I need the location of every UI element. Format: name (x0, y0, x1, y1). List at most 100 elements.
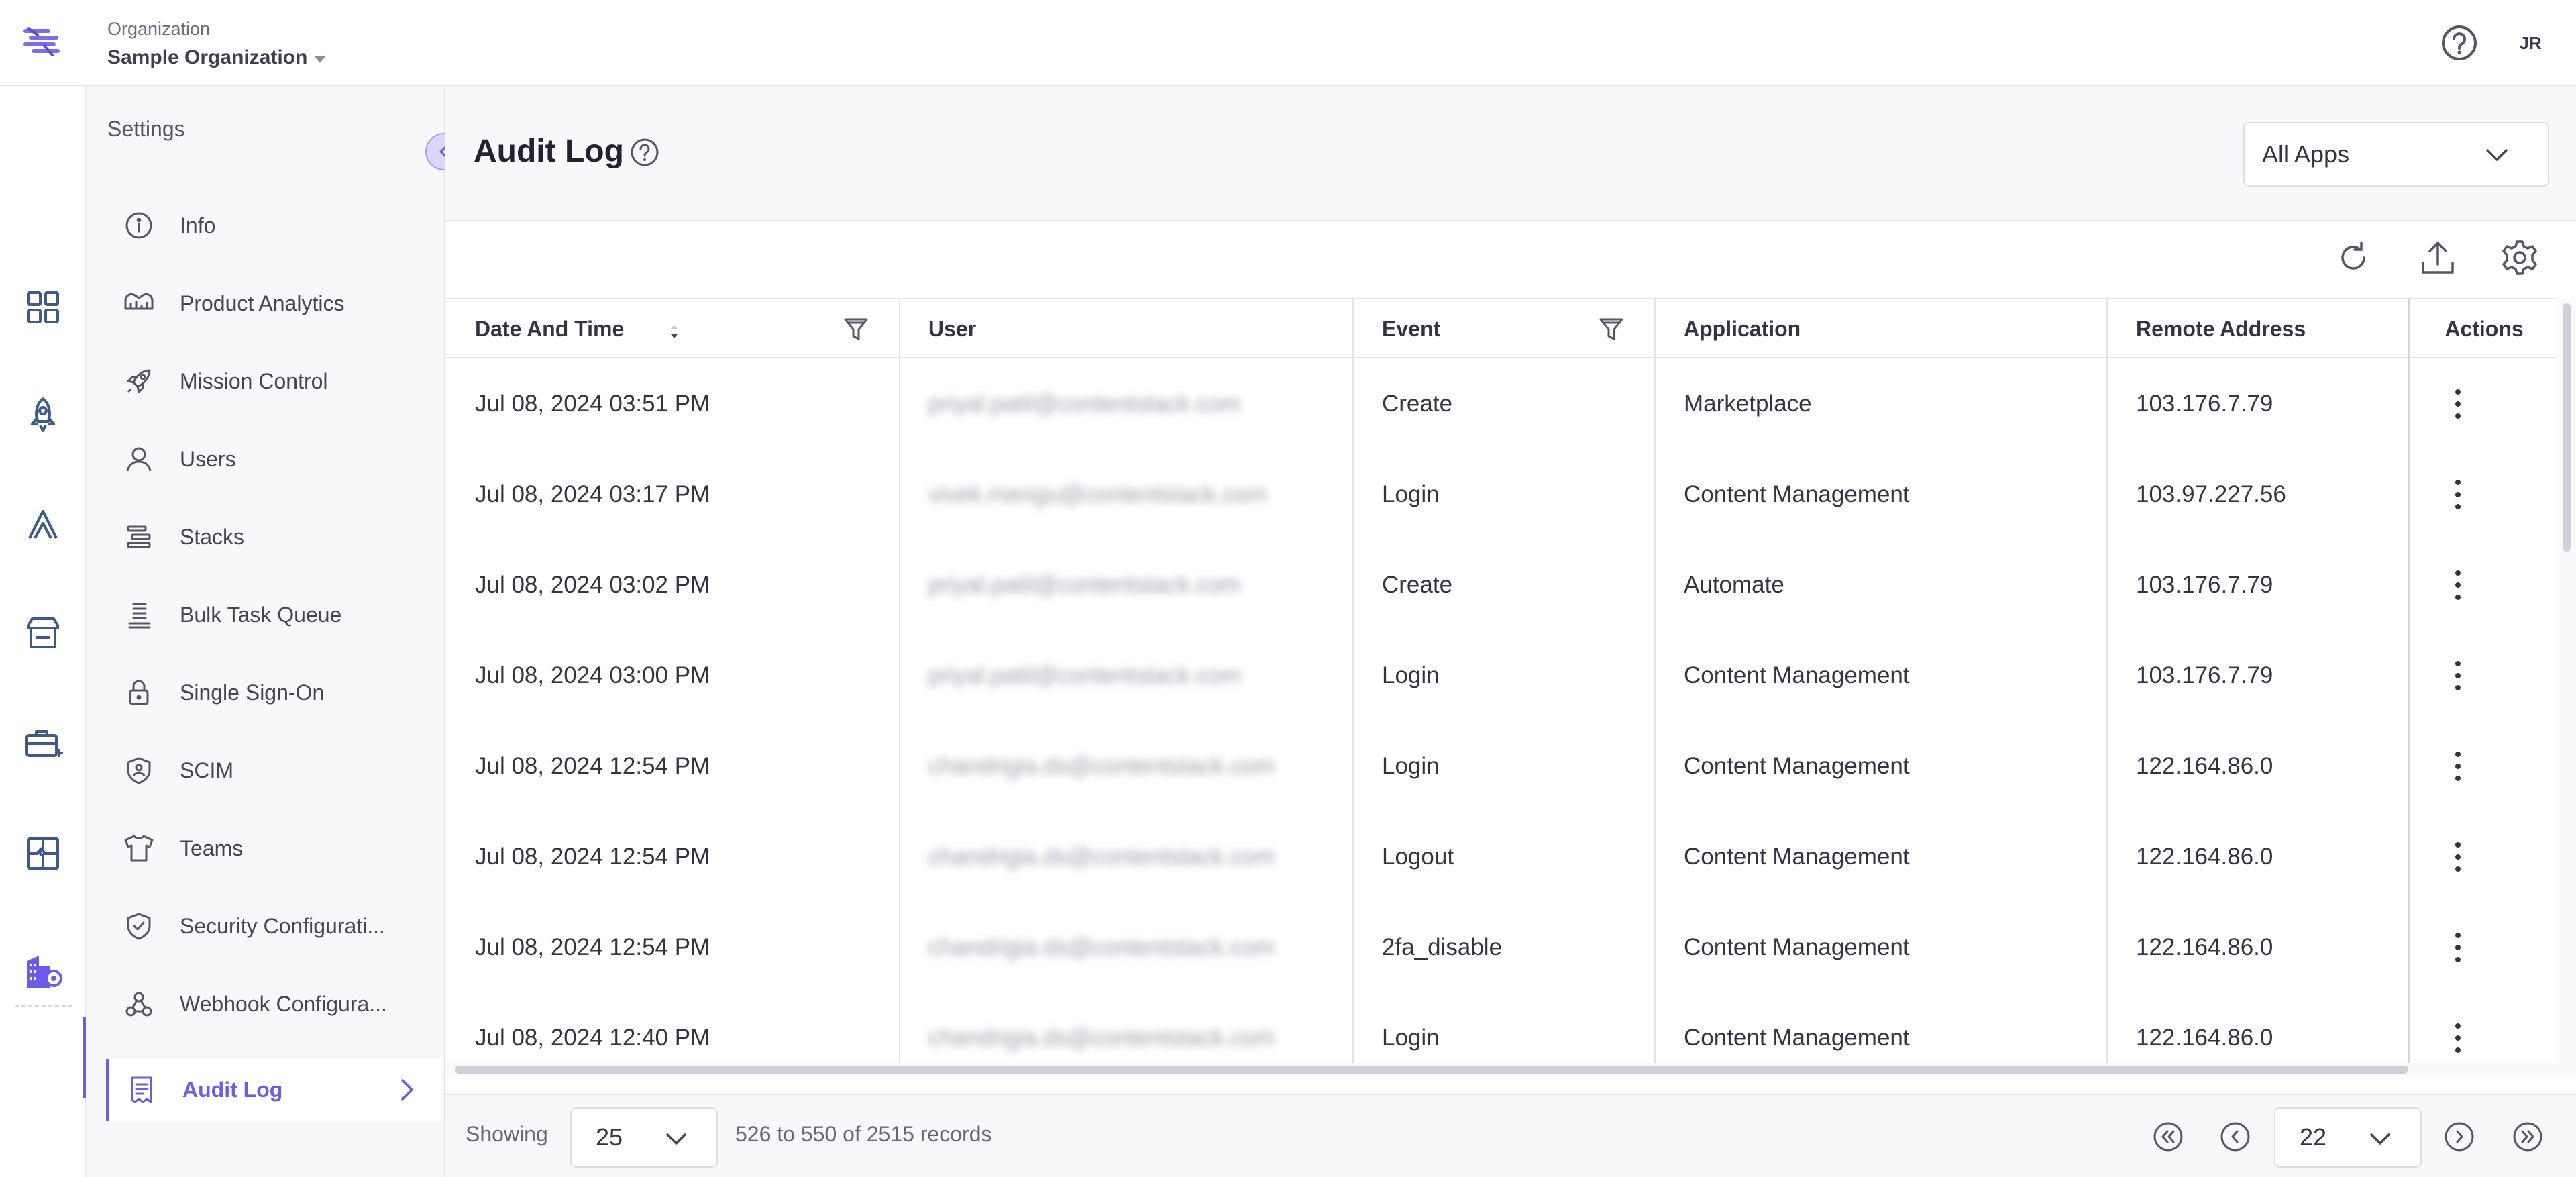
cell-application: Content Management (1684, 843, 1910, 870)
table-row[interactable]: Jul 08, 2024 03:51 PM priyal.patil@conte… (445, 358, 2557, 449)
sidebar-item-teams[interactable]: Teams (106, 817, 441, 879)
sidebar-item-single-sign-on[interactable]: Single Sign-On (106, 662, 441, 723)
more-vertical-icon[interactable] (2451, 568, 2465, 603)
stacks-icon (121, 519, 157, 555)
cell-application: Automate (1684, 571, 1784, 598)
sidebar-item-scim[interactable]: SCIM (106, 739, 441, 801)
sidebar-item-label: Mission Control (180, 368, 328, 393)
first-page-button[interactable] (2149, 1118, 2187, 1156)
more-vertical-icon[interactable] (2451, 1021, 2465, 1056)
last-page-button[interactable] (2509, 1118, 2546, 1156)
cell-date: Jul 08, 2024 12:54 PM (475, 933, 710, 960)
avatar[interactable]: JR (2509, 23, 2552, 63)
sidebar-item-label: Users (180, 446, 236, 471)
sidebar-item-label: Webhook Configura... (180, 991, 387, 1016)
rail-divider (15, 1005, 72, 1007)
sidebar-item-mission-control[interactable]: Mission Control (106, 350, 441, 412)
chevron-down-icon (664, 1129, 688, 1150)
export-icon[interactable] (2418, 238, 2458, 278)
per-page-select[interactable]: 25 (570, 1107, 718, 1168)
cell-remote-address: 122.164.86.0 (2136, 752, 2273, 779)
column-header-user[interactable]: User (899, 299, 1352, 358)
org-label: Organization (107, 19, 211, 39)
queue-icon (121, 597, 157, 633)
main-content: Audit Log All Apps Date And Time User Ev… (445, 86, 2576, 1177)
sidebar-item-label: Stacks (180, 524, 245, 549)
vertical-scrollbar[interactable] (2557, 298, 2576, 1063)
more-vertical-icon[interactable] (2451, 839, 2465, 874)
help-icon[interactable] (2439, 23, 2479, 63)
marketplace-icon[interactable] (23, 613, 63, 654)
sidebar-item-bulk-task-queue[interactable]: Bulk Task Queue (106, 584, 441, 646)
shirt-icon (121, 830, 157, 866)
cell-remote-address: 122.164.86.0 (2136, 1024, 2273, 1051)
refresh-icon[interactable] (2333, 238, 2373, 278)
chevron-left-icon (2220, 1122, 2250, 1152)
automate-icon[interactable] (23, 505, 63, 545)
sidebar-item-info[interactable]: Info (106, 195, 441, 256)
table-row[interactable]: Jul 08, 2024 12:40 PM chandrigia.ds@cont… (445, 992, 2557, 1063)
table-row[interactable]: Jul 08, 2024 12:54 PM chandrigia.ds@cont… (445, 811, 2557, 902)
more-vertical-icon[interactable] (2451, 387, 2465, 421)
column-header-application[interactable]: Application (1654, 299, 2106, 358)
column-header-remote-address[interactable]: Remote Address (2106, 299, 2411, 358)
chevron-down-icon (2483, 144, 2510, 168)
sidebar-item-label: SCIM (180, 758, 233, 782)
table-row[interactable]: Jul 08, 2024 12:54 PM chandrigia.ds@cont… (445, 721, 2557, 811)
sidebar-item-stacks[interactable]: Stacks (106, 506, 441, 568)
scrollbar-thumb[interactable] (455, 1066, 2408, 1074)
apps-grid-icon[interactable] (23, 287, 63, 327)
sidebar-item-product-analytics[interactable]: Product Analytics (106, 272, 441, 334)
sidebar-item-webhook-configuration[interactable]: Webhook Configura... (106, 973, 441, 1035)
cell-remote-address: 103.176.7.79 (2136, 571, 2273, 598)
contentstack-logo-icon[interactable] (21, 25, 62, 60)
cell-user: chandrigia.ds@contentstack.com (928, 1024, 1275, 1051)
page-select[interactable]: 22 (2274, 1107, 2422, 1168)
sidebar-item-users[interactable]: Users (106, 428, 441, 490)
cell-user: priyal.patil@contentstack.com (928, 662, 1241, 688)
more-vertical-icon[interactable] (2451, 658, 2465, 693)
settings-gear-icon[interactable] (2500, 238, 2540, 278)
sidebar-item-label: Bulk Task Queue (180, 602, 342, 627)
filter-icon[interactable] (1597, 314, 1626, 344)
organization-icon[interactable] (23, 952, 63, 992)
sidebar-item-audit-log[interactable]: Audit Log (106, 1059, 441, 1121)
sidebar-item-security-configuration[interactable]: Security Configurati... (106, 895, 441, 957)
table-body: Jul 08, 2024 03:51 PM priyal.patil@conte… (445, 358, 2557, 1063)
lock-icon (121, 674, 157, 711)
table-row[interactable]: Jul 08, 2024 03:17 PM vivek.mengu@conten… (445, 449, 2557, 540)
more-vertical-icon[interactable] (2451, 477, 2465, 512)
previous-page-button[interactable] (2216, 1118, 2254, 1156)
table-row[interactable]: Jul 08, 2024 12:54 PM chandrigia.ds@cont… (445, 902, 2557, 992)
table-row[interactable]: Jul 08, 2024 03:00 PM priyal.patil@conte… (445, 630, 2557, 721)
more-vertical-icon[interactable] (2451, 749, 2465, 784)
analytics-icon (121, 285, 157, 321)
org-switcher[interactable]: Organization Sample Organization (107, 19, 327, 69)
chevron-right-icon (2445, 1122, 2474, 1152)
current-page-value: 22 (2300, 1123, 2327, 1151)
cell-event: Login (1382, 480, 1440, 507)
next-page-button[interactable] (2440, 1118, 2478, 1156)
more-vertical-icon[interactable] (2451, 930, 2465, 965)
sidebar-title: Settings (107, 117, 185, 141)
webhook-icon (121, 986, 157, 1022)
help-icon[interactable] (629, 137, 660, 168)
filter-icon[interactable] (841, 314, 871, 344)
sort-icon[interactable] (664, 322, 684, 342)
toolkit-icon[interactable] (23, 723, 63, 764)
scrollbar-thumb[interactable] (2563, 303, 2571, 552)
app-filter-select[interactable]: All Apps (2243, 122, 2549, 187)
sidebar-item-label: Security Configurati... (180, 913, 385, 938)
cell-application: Marketplace (1684, 390, 1812, 417)
cell-event: Create (1382, 390, 1453, 417)
rocket-icon[interactable] (23, 395, 63, 435)
horizontal-scrollbar[interactable] (445, 1063, 2576, 1076)
info-icon (121, 207, 157, 244)
sidebar-item-label: Info (180, 213, 216, 238)
table-row[interactable]: Jul 08, 2024 03:02 PM priyal.patil@conte… (445, 540, 2557, 630)
cell-event: Create (1382, 571, 1453, 598)
shield-user-icon (121, 752, 157, 788)
cell-user: chandrigia.ds@contentstack.com (928, 752, 1275, 779)
cell-remote-address: 103.97.227.56 (2136, 480, 2286, 507)
puzzle-icon[interactable] (23, 833, 63, 874)
